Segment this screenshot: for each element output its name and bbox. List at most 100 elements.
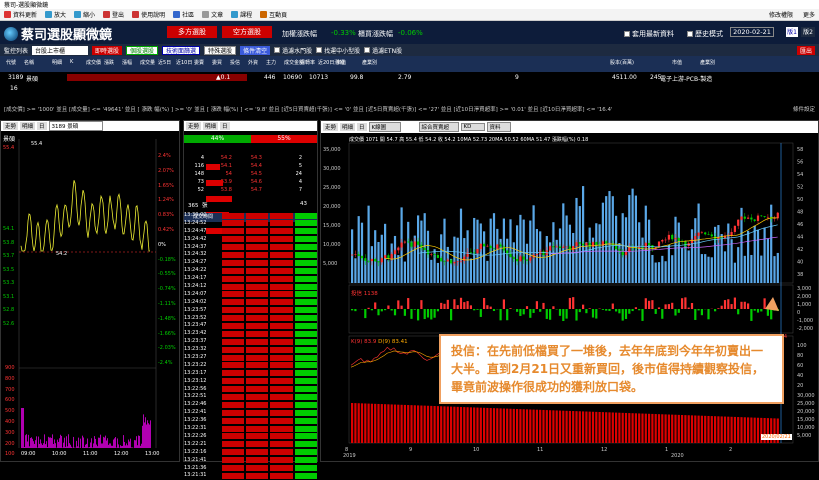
menu-item-6[interactable]: 文章 (202, 10, 223, 19)
holding-bar (671, 415, 673, 443)
sub3-axis-tick: 15,000 (797, 417, 815, 423)
date-field[interactable]: 2020-02-21 (730, 27, 774, 37)
holding-bar (354, 403, 356, 443)
short-select-button[interactable]: 空方選股 (222, 26, 272, 38)
col-header-0[interactable]: 代號 (6, 59, 16, 66)
tick-row: 13:24:22 (184, 267, 318, 275)
menu-right-0[interactable]: 修改權限 (769, 10, 793, 19)
holding-bar (374, 404, 376, 443)
tab-day-mid[interactable]: 日 (220, 122, 230, 130)
holding-bar (473, 407, 475, 443)
menu-item-3[interactable]: 登出 (103, 10, 124, 19)
filter-checkbox-2[interactable]: 找運中小型股 (316, 46, 360, 55)
investment-trust-bar (622, 309, 624, 321)
latest-data-checkbox[interactable]: 套用最新資料 (624, 29, 674, 39)
col-header-22[interactable]: 產業別 (700, 59, 715, 66)
market-select[interactable]: 台股上市櫃 (32, 46, 88, 55)
tab-detail[interactable]: 明細 (20, 122, 35, 130)
history-mode-checkbox[interactable]: 歷史模式 (687, 29, 723, 39)
tab-trend[interactable]: 走勢 (3, 122, 18, 130)
col-header-19[interactable]: 產業別 (362, 59, 377, 66)
col-header-21[interactable]: 市值 (672, 59, 682, 66)
tab-trend-mid[interactable]: 走勢 (186, 122, 201, 130)
col-header-7[interactable]: 成交量 (140, 59, 155, 66)
otc-label: 櫃買漲跌幅 (358, 29, 393, 39)
sub3-axis-tick: 5,000 (797, 433, 811, 439)
volume-bar (437, 263, 439, 283)
x-axis-tick: 10 (473, 447, 479, 453)
col-header-6[interactable]: 漲幅 (122, 59, 132, 66)
candle (536, 254, 538, 255)
stock-select-button[interactable]: 個股選股 (126, 46, 158, 55)
col-header-20[interactable]: 股本(百萬) (610, 59, 634, 66)
volume-bar (39, 444, 40, 448)
tab-layout-1[interactable]: 版1 (786, 27, 798, 37)
investment-trust-bar (651, 300, 653, 309)
col-header-2[interactable]: 明細 (52, 59, 62, 66)
volume-bar (27, 441, 28, 448)
realtime-select-button[interactable]: 即時選股 (92, 46, 122, 55)
export-button[interactable]: 匯出 (797, 46, 815, 55)
long-select-button[interactable]: 多方選股 (167, 26, 217, 38)
col-header-8[interactable]: 近5日 (158, 59, 171, 66)
volume-bar (106, 440, 107, 448)
menu-item-4[interactable]: 使用說明 (132, 10, 165, 19)
price-cell: 446 (264, 74, 275, 81)
menu-item-2[interactable]: 縮小 (74, 10, 95, 19)
clear-conditions-button[interactable]: 條件清空 (240, 46, 270, 55)
condition-settings-link[interactable]: 條件設定 (793, 105, 815, 113)
candle (414, 242, 416, 247)
filter-checkbox-1[interactable]: 過濾水門股 (274, 46, 312, 55)
menu-right-1[interactable]: 更多 (803, 10, 815, 19)
sub3-axis-tick: 10,000 (797, 425, 815, 431)
stock-select-box[interactable]: 3189 景碩 (49, 121, 103, 131)
tab-day-chart[interactable]: 日 (357, 123, 367, 131)
investment-trust-bar (364, 309, 366, 318)
tab-day[interactable]: 日 (37, 122, 47, 130)
holding-bar (457, 407, 459, 443)
holding-bar (615, 413, 617, 443)
candle (473, 253, 475, 254)
col-header-18[interactable]: 市值 (336, 59, 346, 66)
investment-trust-bar (440, 303, 442, 309)
col-header-12[interactable]: 投信 (230, 59, 240, 66)
tab-layout-2[interactable]: 版2 (801, 27, 815, 37)
tech-filter-button[interactable]: 技術面篩選 (162, 46, 200, 55)
tab-detail-chart[interactable]: 明細 (340, 123, 355, 131)
special-select-button[interactable]: 特殊選股 (204, 46, 236, 55)
kd-select[interactable]: KD (461, 123, 485, 131)
candle (572, 246, 574, 250)
menu-icon (4, 11, 11, 18)
holding-bar (635, 413, 637, 443)
tab-trend-chart[interactable]: 走勢 (323, 123, 338, 131)
holding-bar (420, 406, 422, 443)
table-row[interactable]: 3189 景碩 ▲0.1 446 10690 10713 99.8 2.79 9… (0, 72, 819, 83)
col-header-14[interactable]: 主力 (266, 59, 276, 66)
ma20-line (418, 225, 778, 255)
indicator-select[interactable]: 綜合買賣超 (419, 122, 459, 132)
col-header-5[interactable]: 漲跌 (104, 59, 114, 66)
menu-item-8[interactable]: 互動頁 (260, 10, 287, 19)
col-header-13[interactable]: 外資 (248, 59, 258, 66)
col-header-16[interactable]: 週轉率 (300, 59, 315, 66)
holding-bar (552, 410, 554, 443)
col-header-10[interactable]: 委賣 (194, 59, 204, 66)
volume-bar (147, 420, 148, 448)
volume-bar (734, 263, 736, 283)
time-tick: 13:00 (145, 451, 159, 457)
tab-detail-mid[interactable]: 明細 (203, 122, 218, 130)
menu-item-5[interactable]: 社區 (173, 10, 194, 19)
menu-item-1[interactable]: 放大 (45, 10, 66, 19)
chart-type-select[interactable]: K線圖 (369, 122, 401, 132)
col-header-3[interactable]: K (70, 59, 73, 65)
col-header-9[interactable]: 近10日 (176, 59, 192, 66)
col-header-4[interactable]: 成交價 (86, 59, 101, 66)
menu-item-0[interactable]: 資料更新 (4, 10, 37, 19)
col-header-1[interactable]: 名稱 (24, 59, 34, 66)
col-header-11[interactable]: 委買 (212, 59, 222, 66)
extra-select[interactable]: 資料 (487, 122, 511, 132)
volume-bar (134, 440, 135, 448)
holding-bar (562, 411, 564, 443)
filter-checkbox-3[interactable]: 過濾ETN股 (364, 46, 402, 55)
menu-item-7[interactable]: 課程 (231, 10, 252, 19)
